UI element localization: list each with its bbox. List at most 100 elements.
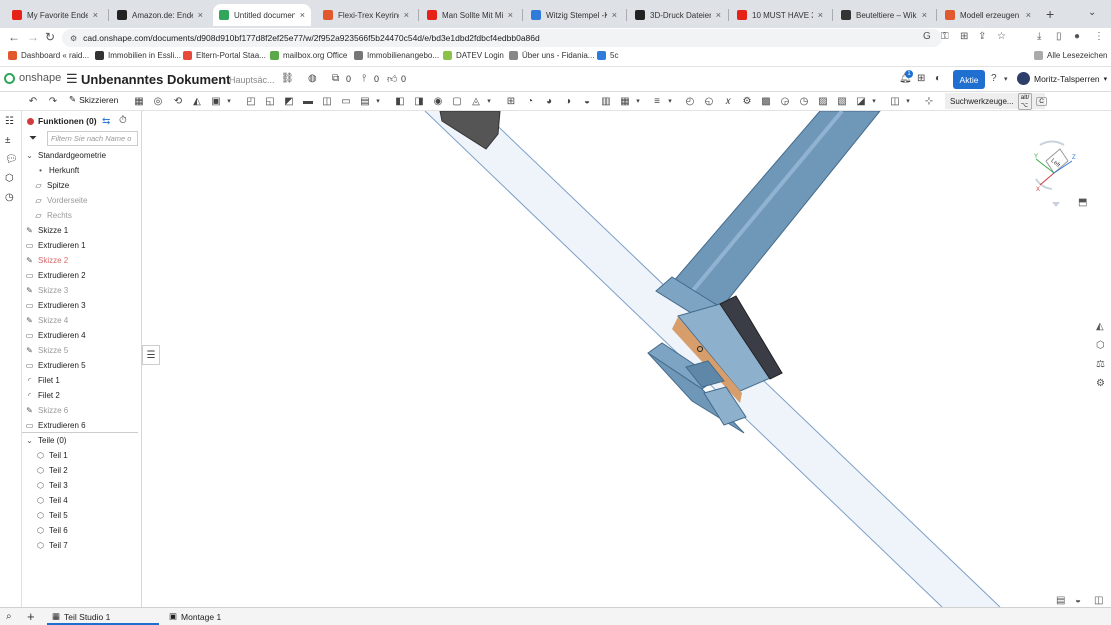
parts-icon[interactable]: ⬡	[5, 173, 17, 185]
parts-group[interactable]: ⌄ Teile (0)	[25, 436, 66, 445]
history-icon[interactable]: ◷	[5, 192, 17, 204]
measure-icon[interactable]: ⚖	[1096, 359, 1107, 370]
feature-item[interactable]: ✎ Skizze 3	[25, 286, 68, 295]
default-geometry-group[interactable]: ⌄ Standardgeometrie	[25, 151, 106, 160]
share-icon[interactable]: ⇪	[978, 31, 986, 42]
dropdown-icon[interactable]: ▾	[374, 95, 382, 107]
back-button[interactable]: ←	[8, 30, 20, 44]
configurations-icon[interactable]: ⚙	[1096, 378, 1107, 389]
user-menu[interactable]: Moritz-Talsperren ▾	[1017, 72, 1107, 85]
tab-close-icon[interactable]: ×	[508, 10, 513, 20]
bookmark-item[interactable]: 5c	[597, 51, 618, 60]
part-item[interactable]: ⬡ Teil 5	[36, 511, 68, 520]
variables-icon[interactable]: ≡	[651, 95, 663, 107]
enclose-icon[interactable]: ◕	[543, 95, 555, 107]
part-item[interactable]: ⬡ Teil 4	[36, 496, 68, 505]
profile-icon[interactable]: ●	[1074, 31, 1080, 42]
view-cube[interactable]: Y Z X Left	[1022, 129, 1082, 209]
learning-icon[interactable]: ◐	[935, 73, 941, 84]
tab-close-icon[interactable]: ×	[716, 10, 721, 20]
timer-icon[interactable]: ⏱	[119, 115, 127, 126]
feature-item[interactable]: ▭ Extrudieren 5	[25, 361, 86, 370]
gear-icon[interactable]: ▩	[760, 95, 772, 107]
bookmark-item[interactable]: Immobilienangebo...	[354, 51, 439, 60]
pattern-icon[interactable]: ▢	[451, 95, 463, 107]
dropdown-icon[interactable]: ▾	[225, 95, 233, 107]
tools-icon[interactable]: ⚙	[741, 95, 753, 107]
tab-close-icon[interactable]: ×	[93, 10, 98, 20]
revolve-icon[interactable]: ◎	[152, 95, 164, 107]
feature-item[interactable]: ✎ Skizze 5	[25, 346, 68, 355]
search-tools-input[interactable]: Suchwerkzeuge... alt/⌥ C	[945, 92, 1047, 110]
expand-panel-button[interactable]: ☰	[142, 345, 160, 365]
feature-item[interactable]: ▭ Extrudieren 4	[25, 331, 86, 340]
feature-item[interactable]: ◜ Filet 2	[25, 391, 60, 400]
address-bar[interactable]: ⚙ cad.onshape.com/documents/d908d910bf17…	[62, 29, 942, 47]
variables-icon[interactable]: ±	[5, 135, 17, 147]
rotate-arc-top[interactable]	[1039, 140, 1065, 146]
part-item[interactable]: ⬡ Teil 6	[36, 526, 68, 535]
share-button[interactable]: Aktie	[953, 70, 985, 89]
browser-tab[interactable]: 10 MUST HAVE 3D P ×	[731, 4, 829, 26]
rib-icon[interactable]: ▬	[302, 95, 314, 107]
measure-icon[interactable]: ◴	[684, 95, 696, 107]
download-icon[interactable]: ⤓	[1037, 31, 1041, 42]
bookmark-item[interactable]: Dashboard « raid...	[8, 51, 89, 60]
plane-item[interactable]: ▱ Vorderseite	[34, 196, 87, 205]
link-icon[interactable]: ⛓	[281, 73, 294, 84]
tab-close-icon[interactable]: ×	[404, 10, 409, 20]
tab-close-icon[interactable]: ×	[198, 10, 203, 20]
plane-icon[interactable]: ▦	[133, 95, 145, 107]
undo-icon[interactable]: ↶	[27, 95, 39, 107]
tab-close-icon[interactable]: ×	[818, 10, 823, 20]
all-bookmarks[interactable]: Alle Lesezeichen	[1034, 51, 1107, 60]
browser-tab[interactable]: Amazon.de: Ender- ×	[111, 4, 209, 26]
surface-icon[interactable]: ▥	[600, 95, 612, 107]
search-tabs-icon[interactable]: ⌕	[6, 611, 12, 622]
browser-tab[interactable]: Flexi-Trex Keyring v ×	[317, 4, 415, 26]
snap-icon[interactable]: ⊹	[923, 95, 935, 107]
feature-item[interactable]: ◜ Filet 1	[25, 376, 60, 385]
section-icon[interactable]: ◵	[703, 95, 715, 107]
split-icon[interactable]: ◨	[413, 95, 425, 107]
sketch-button[interactable]: ✎ Skizzieren	[69, 94, 118, 105]
history-icon[interactable]: ◷	[798, 95, 810, 107]
tab-part-studio[interactable]: ▦ Teil Studio 1	[52, 611, 110, 622]
bookmark-item[interactable]: Über uns - Fidania...	[509, 51, 594, 60]
expression-icon[interactable]: 𝑥	[722, 95, 734, 107]
bookmark-item[interactable]: Immobilien in Essli...	[95, 51, 181, 60]
bookmark-star-icon[interactable]: ☆	[997, 31, 1006, 42]
bookmark-item[interactable]: Eltern-Portal Staa...	[183, 51, 266, 60]
versions-icon[interactable]: ⧉	[332, 73, 339, 84]
bookmark-item[interactable]: mailbox.org Office	[270, 51, 347, 60]
dropdown-icon[interactable]: ▾	[485, 95, 493, 107]
shell-icon[interactable]: ◫	[321, 95, 333, 107]
site-info-icon[interactable]: ⚙	[70, 34, 77, 43]
plane-item[interactable]: ▱ Rechts	[34, 211, 71, 220]
branches-icon[interactable]: ⫯	[362, 73, 366, 84]
render-icon[interactable]: ▧	[836, 95, 848, 107]
section-view-icon[interactable]: ▤	[1056, 595, 1067, 606]
browser-tab[interactable]: Modell erzeugen | P ×	[939, 4, 1037, 26]
feature-item[interactable]: ▭ Extrudieren 2	[25, 271, 86, 280]
appearance-icon[interactable]: ◭	[1096, 321, 1107, 332]
chamfer-icon[interactable]: ◱	[264, 95, 276, 107]
browser-tab[interactable]: 3D-Druck Dateien ×	[629, 4, 727, 26]
tab-assembly[interactable]: ▣ Montage 1	[169, 611, 221, 622]
rotate-down-icon[interactable]	[1052, 202, 1060, 207]
browser-tab[interactable]: Untitled document ×	[213, 4, 311, 26]
render-mode-icon[interactable]: ◫	[1094, 595, 1105, 606]
tab-close-icon[interactable]: ×	[300, 10, 305, 20]
document-menu-icon[interactable]: ☰	[66, 71, 78, 87]
apps-icon[interactable]: ⊞	[917, 73, 925, 84]
feature-item[interactable]: ▭ Extrudieren 1	[25, 241, 86, 250]
view-cube-graphic[interactable]: Y Z X Left	[1022, 129, 1082, 209]
feature-list-icon[interactable]: ☷	[5, 116, 17, 128]
tab-close-icon[interactable]: ×	[1026, 10, 1031, 20]
onshape-logo[interactable]: onshape	[4, 72, 61, 84]
mirror-icon[interactable]: ◬	[470, 95, 482, 107]
key-icon[interactable]: ⚿	[941, 31, 949, 42]
dropdown-icon[interactable]: ▾	[634, 95, 642, 107]
fillet-icon[interactable]: ◰	[245, 95, 257, 107]
custom-b-icon[interactable]: ◪	[855, 95, 867, 107]
